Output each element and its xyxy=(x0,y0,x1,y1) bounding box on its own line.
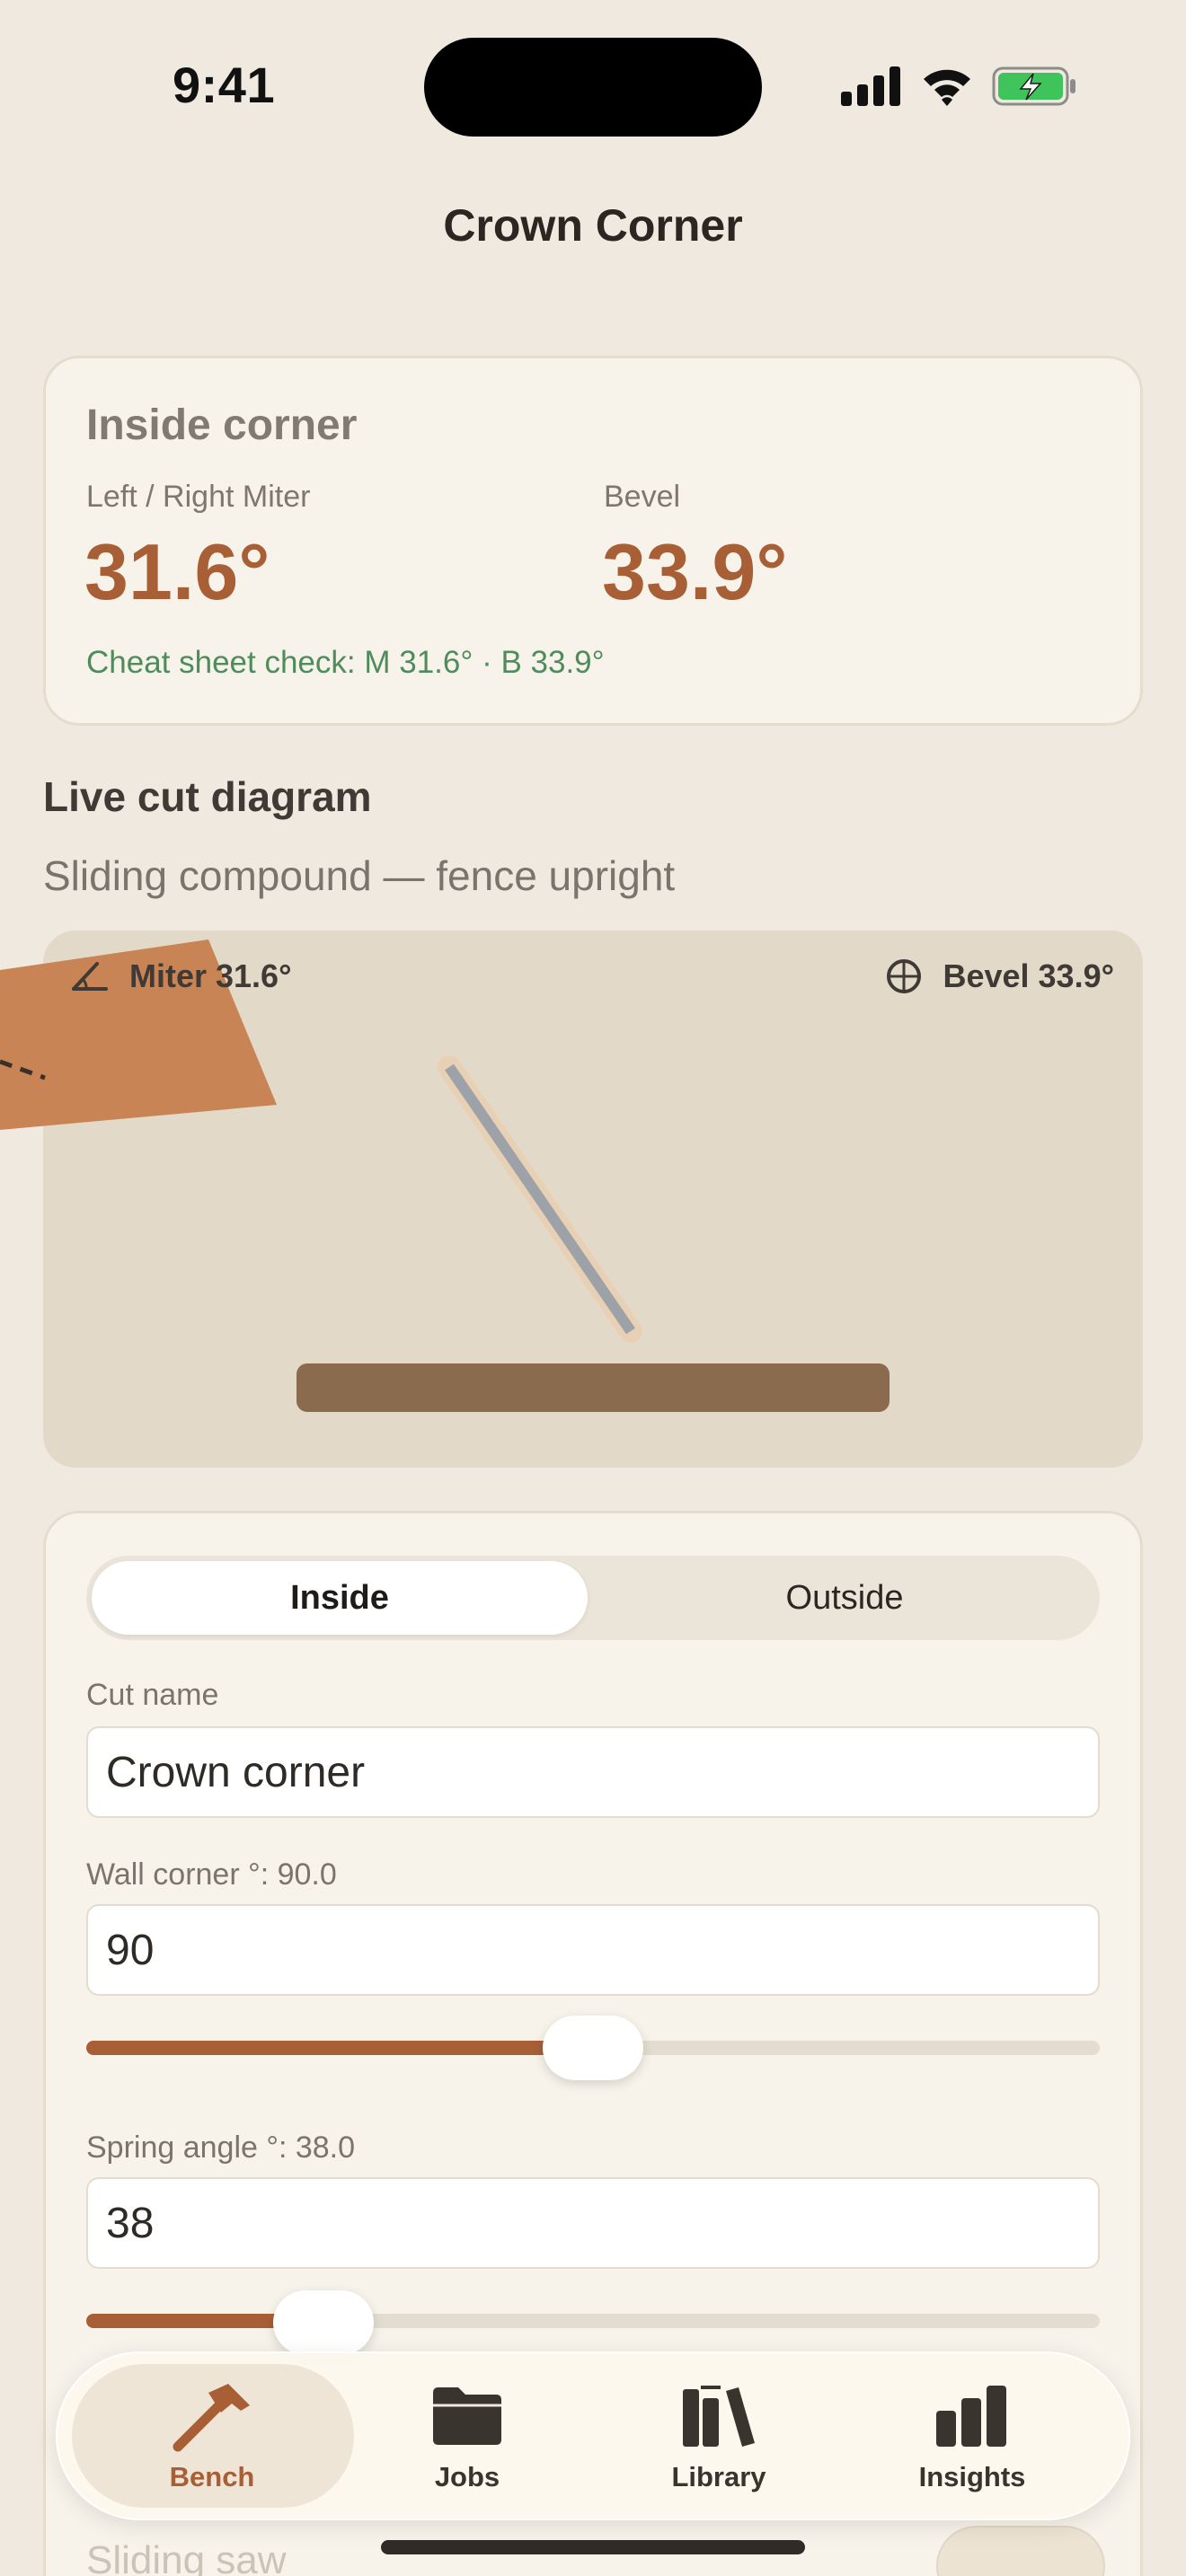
cut-name-label: Cut name xyxy=(86,1678,219,1712)
miter-value: 31.6° xyxy=(84,527,270,616)
wall-corner-slider-thumb[interactable] xyxy=(543,2016,643,2080)
tab-jobs-label: Jobs xyxy=(434,2461,500,2492)
diagram-subtitle: Sliding compound — fence upright xyxy=(43,852,676,899)
sliding-saw-label: Sliding saw xyxy=(86,2538,287,2576)
tab-insights[interactable]: Insights xyxy=(837,2380,1107,2493)
bevel-chip: Bevel 33.9° xyxy=(885,957,1114,995)
dynamic-island xyxy=(424,38,762,137)
saw-base xyxy=(296,1363,890,1412)
wifi-icon xyxy=(924,69,970,106)
tab-jobs[interactable]: Jobs xyxy=(332,2380,602,2493)
tab-bench[interactable]: Bench xyxy=(77,2380,347,2493)
folder-icon xyxy=(433,2387,501,2445)
cheat-sheet-check: Cheat sheet check: M 31.6° · B 33.9° xyxy=(86,645,605,680)
bar-chart-icon xyxy=(936,2386,1006,2447)
miter-label: Left / Right Miter xyxy=(86,480,311,514)
globe-icon xyxy=(887,959,922,993)
cellular-signal-icon xyxy=(841,66,900,106)
battery-charging-icon xyxy=(992,66,1075,106)
tab-bench-label: Bench xyxy=(169,2461,255,2492)
wall-corner-field[interactable]: 90 xyxy=(86,1904,1100,1996)
bevel-chip-label: Bevel 33.9° xyxy=(943,957,1114,994)
diagram-heading: Live cut diagram xyxy=(43,773,372,820)
spring-angle-slider-thumb[interactable] xyxy=(273,2290,374,2355)
home-indicator xyxy=(381,2540,805,2554)
segment-inside[interactable]: Inside xyxy=(92,1561,588,1635)
tab-library[interactable]: Library xyxy=(584,2380,854,2493)
bevel-value: 33.9° xyxy=(602,527,788,616)
page-title: Crown Corner xyxy=(443,200,743,251)
angle-icon xyxy=(72,962,108,991)
spring-angle-field[interactable]: 38 xyxy=(86,2177,1100,2269)
wall-corner-label: Wall corner °: 90.0 xyxy=(86,1857,337,1892)
result-heading: Inside corner xyxy=(86,401,358,449)
spring-angle-label: Spring angle °: 38.0 xyxy=(86,2130,356,2165)
hammer-icon xyxy=(173,2384,250,2452)
cut-name-field[interactable]: Crown corner xyxy=(86,1726,1100,1818)
books-icon xyxy=(683,2386,755,2447)
miter-chip: Miter 31.6° xyxy=(70,957,291,995)
status-time: 9:41 xyxy=(173,57,276,113)
tab-library-label: Library xyxy=(671,2461,766,2492)
saw-blade-line xyxy=(438,1055,642,1343)
wall-corner-slider-fill xyxy=(86,2041,593,2055)
tab-insights-label: Insights xyxy=(918,2461,1026,2492)
segment-outside[interactable]: Outside xyxy=(593,1561,1096,1635)
sliding-saw-toggle[interactable] xyxy=(936,2526,1105,2576)
miter-chip-label: Miter 31.6° xyxy=(129,957,292,994)
bevel-label: Bevel xyxy=(604,480,681,514)
